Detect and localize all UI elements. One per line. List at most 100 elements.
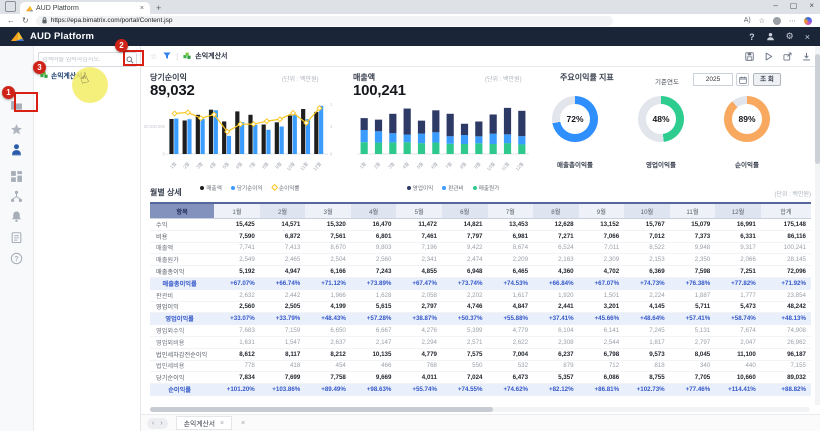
- table-cell: 5,192: [214, 266, 260, 278]
- filter-icon[interactable]: [163, 52, 171, 60]
- document-tab-close-icon[interactable]: ×: [220, 420, 224, 427]
- operating-margin-value: 48%: [646, 104, 676, 134]
- stack-segment: [432, 132, 439, 142]
- dashboard-grid-icon[interactable]: [10, 170, 23, 183]
- svg-text:8월: 8월: [260, 161, 270, 171]
- table-cell: +89.49%: [305, 384, 351, 396]
- table-cell: 5,357: [533, 372, 579, 384]
- table-cell: 4,855: [396, 266, 442, 278]
- bar: [183, 120, 187, 154]
- table-cell: 7,245: [624, 325, 670, 337]
- table-cell: 5,711: [670, 301, 716, 313]
- table-cell: 879: [533, 360, 579, 372]
- table-cell: +82.12%: [533, 384, 579, 396]
- bell-icon[interactable]: [10, 210, 23, 223]
- tab-search-icon[interactable]: [5, 1, 16, 12]
- help-icon[interactable]: ?: [749, 32, 755, 42]
- sales-unit: (단위 : 백만원): [485, 74, 522, 83]
- table-cell: 12,628: [533, 219, 579, 231]
- calendar-button[interactable]: [736, 73, 749, 86]
- svg-text:3월: 3월: [195, 161, 205, 171]
- bar: [314, 112, 318, 154]
- stack-segment: [375, 120, 382, 132]
- org-tree-icon[interactable]: [10, 190, 23, 203]
- table-cell: 6,166: [305, 266, 351, 278]
- table-row: 영업이익률+33.07%+33.79%+48.43%+57.28%+38.87%…: [150, 313, 811, 325]
- report-title: 손익계산서: [195, 51, 227, 61]
- table-cell: 16,991: [715, 219, 761, 231]
- stack-segment: [361, 142, 368, 154]
- read-aloud-icon[interactable]: A): [744, 17, 751, 24]
- search-input[interactable]: [39, 57, 123, 63]
- document-tab-income-statement[interactable]: 손익계산서 ×: [176, 416, 232, 430]
- sales-chart: 1월2월3월4월5월6월7월8월9월10월11월12월: [347, 97, 543, 175]
- browser-profile-avatar[interactable]: [773, 17, 781, 25]
- favorite-star-icon[interactable]: ☆: [150, 52, 157, 61]
- report-cube-icon: [183, 52, 191, 60]
- vertical-scrollbar[interactable]: [815, 46, 820, 405]
- table-cell: 9,573: [624, 348, 670, 360]
- window-maximize-button[interactable]: ▢: [790, 1, 798, 10]
- star-icon[interactable]: [10, 123, 23, 136]
- bottom-bar: ‹ › 손익계산서 × ×: [141, 405, 820, 431]
- back-icon[interactable]: ←: [7, 16, 15, 25]
- table-cell: 7,758: [305, 372, 351, 384]
- close-all-tabs-icon[interactable]: ×: [241, 420, 245, 427]
- copilot-icon[interactable]: [804, 17, 812, 25]
- stack-segment: [518, 111, 525, 136]
- bar: [319, 106, 323, 154]
- share-icon[interactable]: [783, 52, 792, 61]
- settings-gear-icon[interactable]: ⚙: [786, 32, 794, 42]
- monthly-detail-title: 월별 상세: [150, 187, 182, 198]
- user-icon[interactable]: [766, 32, 775, 41]
- table-row-label: 법인세비용: [150, 360, 214, 372]
- stack-segment: [490, 114, 497, 133]
- bar: [262, 125, 266, 154]
- net-income-unit: (단위 : 백만원): [282, 74, 319, 83]
- table-cell: 8,117: [260, 348, 306, 360]
- browser-tab[interactable]: AUD Platform ×: [20, 2, 150, 14]
- stack-segment: [404, 109, 411, 135]
- address-bar[interactable]: https://epa.bimatrix.com/portal/Content.…: [36, 16, 613, 26]
- table-cell: 2,047: [715, 336, 761, 348]
- table-cell: +48.64%: [624, 313, 670, 325]
- table-cell: 7,004: [488, 348, 534, 360]
- tab-next-icon[interactable]: ›: [160, 420, 162, 427]
- tab-close-icon[interactable]: ×: [140, 5, 144, 12]
- table-cell: +66.84%: [533, 277, 579, 289]
- table-cell: 2,209: [488, 254, 534, 266]
- browser-more-icon[interactable]: ⋯: [789, 17, 796, 25]
- bar: [293, 114, 297, 154]
- annotation-badge-3: 3: [33, 61, 46, 74]
- new-tab-button[interactable]: +: [156, 3, 161, 13]
- svg-text:4월: 4월: [208, 161, 218, 171]
- bar: [240, 122, 244, 154]
- download-icon[interactable]: [802, 52, 811, 61]
- navbar-close-icon[interactable]: ×: [805, 32, 810, 42]
- window-minimize-button[interactable]: –: [773, 1, 777, 10]
- save-icon[interactable]: [745, 52, 754, 61]
- reload-icon[interactable]: ↻: [22, 16, 29, 25]
- horizontal-scrollbar[interactable]: [150, 407, 810, 412]
- vertical-scrollbar-thumb[interactable]: [815, 54, 820, 164]
- stack-segment: [389, 114, 396, 133]
- tab-prev-icon[interactable]: ‹: [152, 420, 154, 427]
- table-cell: 2,309: [579, 254, 625, 266]
- table-cell: 16,470: [351, 219, 397, 231]
- window-close-button[interactable]: ×: [809, 1, 814, 10]
- query-button[interactable]: 조 회: [753, 73, 781, 86]
- table-row-label: 당기순이익: [150, 372, 214, 384]
- report-tree-panel: 손익계산서: [34, 46, 141, 431]
- horizontal-scrollbar-thumb[interactable]: [150, 407, 493, 412]
- svg-text:6,000,000,000: 6,000,000,000: [144, 124, 166, 129]
- clipboard-icon[interactable]: [10, 231, 23, 244]
- help-circle-icon[interactable]: ?: [10, 252, 23, 265]
- table-cell: 7,012: [624, 230, 670, 242]
- base-year-input[interactable]: [693, 73, 733, 86]
- svg-text:0: 0: [330, 152, 333, 157]
- table-cell: 1,631: [214, 336, 260, 348]
- table-cell: +98.63%: [351, 384, 397, 396]
- run-play-icon[interactable]: [764, 52, 773, 61]
- user-stamp-icon[interactable]: [10, 143, 23, 156]
- bookmark-star-icon[interactable]: ☆: [759, 17, 765, 25]
